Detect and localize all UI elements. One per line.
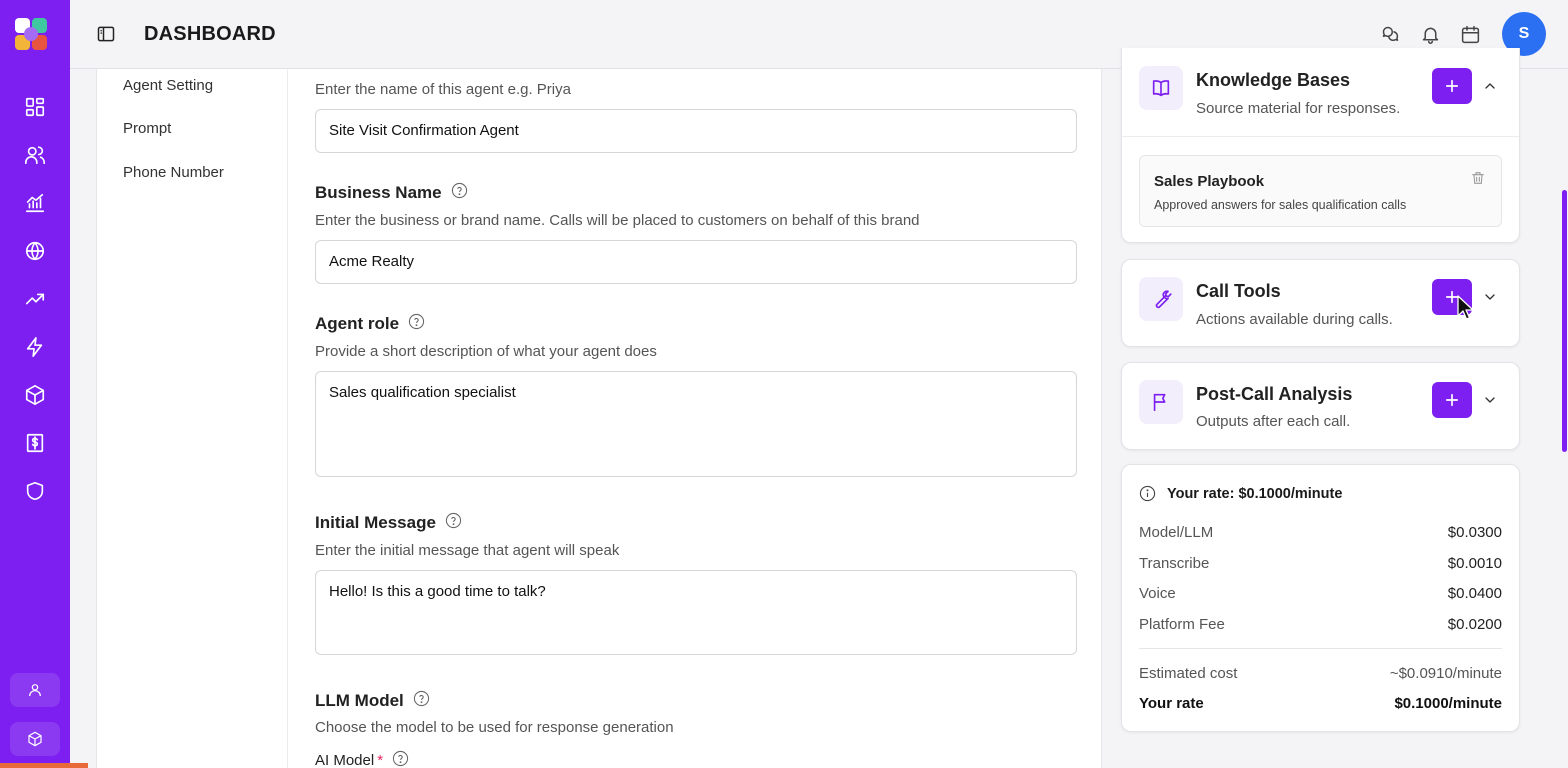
subnav-item-phone-number[interactable]: Phone Number [123,164,224,181]
chat-icon[interactable] [1380,24,1402,46]
calendar-icon[interactable] [1460,24,1482,46]
ai-model-label: AI Model * [315,750,409,768]
your-rate-row: Your rate $0.1000/minute [1139,695,1502,712]
post-call-analysis-title: Post-Call Analysis [1196,384,1353,404]
knowledge-bases-card: Knowledge Bases Source material for resp… [1121,48,1520,243]
help-icon[interactable] [408,313,425,335]
workspace-button[interactable] [10,722,60,756]
rate-card: Your rate: $0.1000/minute Model/LLM $0.0… [1121,464,1520,732]
main-panel: Agent Setting Prompt Phone Number Enter … [96,69,1102,768]
knowledge-bases-title: Knowledge Bases [1196,70,1351,90]
rate-row-label: Model/LLM [1139,524,1214,541]
subnav-item-agent-setting[interactable]: Agent Setting [123,77,213,94]
llm-model-label: LLM Model [315,690,430,712]
help-icon[interactable] [392,750,409,768]
llm-model-hint: Choose the model to be used for response… [315,719,674,736]
business-name-input[interactable]: Acme Realty [315,240,1077,284]
agent-role-hint: Provide a short description of what your… [315,343,657,360]
analytics-icon[interactable] [22,190,48,216]
dashboard-icon[interactable] [22,94,48,120]
add-knowledge-base-button[interactable] [1432,68,1472,104]
users-icon[interactable] [22,142,48,168]
trending-icon[interactable] [22,286,48,312]
mouse-cursor-icon [1457,295,1474,320]
bell-icon[interactable] [1420,24,1442,46]
knowledge-base-description: Approved answers for sales qualification… [1154,198,1407,212]
chevron-down-icon[interactable] [1482,289,1500,307]
plus-icon [1445,79,1459,93]
business-name-hint: Enter the business or brand name. Calls … [315,212,920,229]
subnav-item-prompt[interactable]: Prompt [123,120,171,137]
bolt-icon[interactable] [22,334,48,360]
add-analysis-button[interactable] [1432,382,1472,418]
rate-row-label: Transcribe [1139,555,1210,572]
rate-row: Platform Fee $0.0200 [1139,616,1502,633]
llm-model-label-text: LLM Model [315,691,404,710]
app-logo[interactable] [13,16,49,52]
accent-bar [0,763,88,768]
settings-subnav: Agent Setting Prompt Phone Number [97,69,288,768]
trash-icon[interactable] [1470,170,1488,188]
call-tools-title: Call Tools [1196,281,1281,301]
sidebar-toggle-icon[interactable] [96,24,118,46]
estimated-cost-value: ~$0.0910/minute [1389,665,1502,682]
shield-icon[interactable] [22,478,48,504]
divider [1122,136,1519,137]
business-name-label: Business Name [315,182,468,204]
post-call-analysis-card: Post-Call Analysis Outputs after each ca… [1121,362,1520,450]
agent-name-hint: Enter the name of this agent e.g. Priya [315,81,571,98]
scrollbar[interactable] [1562,190,1567,452]
rate-row-value: $0.0200 [1447,616,1502,633]
initial-message-label: Initial Message [315,512,462,534]
rate-row: Voice $0.0400 [1139,585,1502,602]
rate-row-label: Platform Fee [1139,616,1225,633]
globe-icon[interactable] [22,238,48,264]
estimated-cost-row: Estimated cost ~$0.0910/minute [1139,665,1502,682]
business-name-label-text: Business Name [315,183,442,202]
rate-header: Your rate: $0.1000/minute [1139,485,1342,502]
knowledge-bases-subtitle: Source material for responses. [1196,100,1401,117]
chevron-down-icon[interactable] [1482,392,1500,410]
divider [1139,648,1502,649]
wrench-icon [1139,277,1183,321]
rate-row-value: $0.0400 [1447,585,1502,602]
help-icon[interactable] [445,512,462,534]
required-mark: * [377,752,384,768]
agent-name-input[interactable]: Site Visit Confirmation Agent [315,109,1077,153]
initial-message-textarea[interactable]: Hello! Is this a good time to talk? [315,570,1077,655]
ai-model-label-text: AI Model [315,752,375,768]
info-icon [1139,485,1156,502]
flag-icon [1139,380,1183,424]
estimated-cost-label: Estimated cost [1139,665,1238,682]
rate-row-value: $0.0010 [1447,555,1502,572]
rate-row: Model/LLM $0.0300 [1139,524,1502,541]
knowledge-base-name: Sales Playbook [1154,173,1265,190]
profile-button[interactable] [10,673,60,707]
knowledge-base-item: Sales Playbook Approved answers for sale… [1139,155,1502,227]
billing-icon[interactable] [22,430,48,456]
page-title: DASHBOARD [144,23,276,45]
your-rate-label: Your rate [1139,695,1204,712]
profile-icon [29,684,41,697]
rate-row-value: $0.0300 [1447,524,1502,541]
your-rate-value: $0.1000/minute [1394,695,1502,712]
help-icon[interactable] [413,690,430,712]
book-icon [1139,66,1183,110]
help-icon[interactable] [451,182,468,204]
package-icon [28,731,42,747]
agent-role-textarea[interactable]: Sales qualification specialist [315,371,1077,477]
plus-icon [1445,393,1459,407]
initial-message-hint: Enter the initial message that agent wil… [315,542,620,559]
rate-row-label: Voice [1139,585,1176,602]
chevron-up-icon[interactable] [1482,78,1500,96]
agent-role-label-text: Agent role [315,314,400,333]
rate-row: Transcribe $0.0010 [1139,555,1502,572]
initial-message-label-text: Initial Message [315,513,436,532]
call-tools-subtitle: Actions available during calls. [1196,311,1393,328]
package-icon[interactable] [22,382,48,408]
post-call-analysis-subtitle: Outputs after each call. [1196,413,1351,430]
rate-header-text: Your rate: $0.1000/minute [1167,485,1343,502]
agent-role-label: Agent role [315,313,425,335]
app-sidebar [0,0,88,768]
